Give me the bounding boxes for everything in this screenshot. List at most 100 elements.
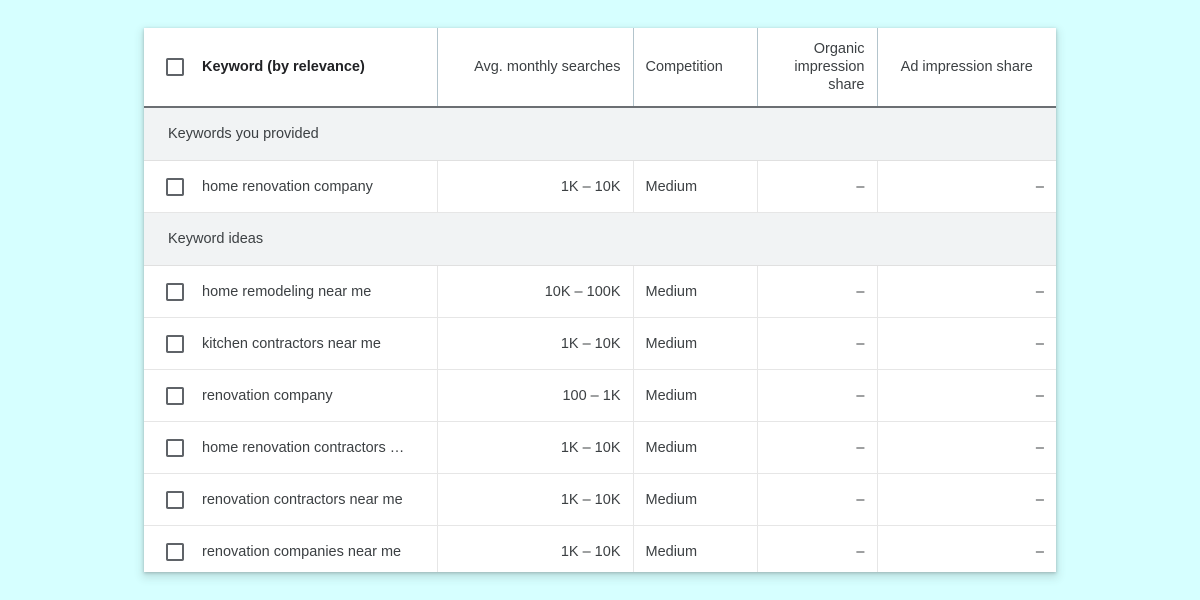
- cell-organic-impression-share: –: [757, 525, 878, 572]
- cell-organic-impression-share-value: –: [856, 178, 865, 195]
- cell-organic-impression-share: –: [757, 265, 878, 318]
- cell-ad-impression-share: –: [877, 421, 1056, 474]
- cell-avg-monthly-searches-value: 1K – 10K: [560, 491, 621, 508]
- table-row[interactable]: renovation company 100 – 1K Medium – –: [144, 369, 1056, 422]
- keyword-ideas-table: Keyword (by relevance) Avg. monthly sear…: [144, 28, 1056, 572]
- table-row[interactable]: renovation companies near me 1K – 10K Medi…: [144, 525, 1056, 572]
- cell-keyword[interactable]: renovation contractors near me: [144, 473, 438, 526]
- cell-organic-impression-share-value: –: [856, 543, 865, 560]
- cell-ad-impression-share-value: –: [1035, 178, 1044, 195]
- column-header-organic-line2: impression: [794, 58, 865, 75]
- column-header-ad-impression-share[interactable]: Ad impression share: [877, 28, 1056, 108]
- table-body: Keywords you provided home renovation com…: [144, 107, 1056, 572]
- table-header-row: Keyword (by relevance) Avg. monthly sear…: [144, 28, 1056, 108]
- cell-keyword[interactable]: home renovation contractors …: [144, 421, 438, 474]
- cell-ad-impression-share-value: –: [1035, 491, 1044, 508]
- cell-competition: Medium: [633, 160, 758, 213]
- row-select-checkbox[interactable]: [166, 542, 184, 561]
- row-select-checkbox[interactable]: [166, 177, 184, 196]
- cell-avg-monthly-searches: 1K – 10K: [437, 525, 634, 572]
- cell-avg-monthly-searches: 1K – 10K: [437, 317, 634, 370]
- cell-keyword[interactable]: home remodeling near me: [144, 265, 438, 318]
- keyword-text: renovation company: [202, 387, 333, 404]
- cell-ad-impression-share: –: [877, 369, 1056, 422]
- keyword-text: home remodeling near me: [202, 283, 372, 300]
- cell-avg-monthly-searches: 100 – 1K: [437, 369, 634, 422]
- keyword-text: renovation contractors near me: [202, 491, 403, 508]
- cell-organic-impression-share-value: –: [856, 335, 865, 352]
- section-header-row: Keywords you provided: [144, 107, 1056, 161]
- column-header-organic-impression-share[interactable]: Organic impression share: [757, 28, 878, 108]
- cell-competition-value: Medium: [645, 387, 698, 404]
- column-header-competition-label: Competition: [645, 58, 723, 75]
- cell-avg-monthly-searches-value: 1K – 10K: [560, 178, 621, 195]
- section-header-label: Keyword ideas: [144, 212, 1056, 266]
- cell-keyword[interactable]: kitchen contractors near me: [144, 317, 438, 370]
- cell-organic-impression-share: –: [757, 160, 878, 213]
- row-select-checkbox[interactable]: [166, 282, 184, 301]
- cell-ad-impression-share: –: [877, 525, 1056, 572]
- cell-organic-impression-share-value: –: [856, 439, 865, 456]
- cell-keyword[interactable]: renovation companies near me: [144, 525, 438, 572]
- cell-competition: Medium: [633, 265, 758, 318]
- table-row[interactable]: home renovation company 1K – 10K Medium – –: [144, 160, 1056, 213]
- cell-competition: Medium: [633, 369, 758, 422]
- keyword-text: kitchen contractors near me: [202, 335, 381, 352]
- row-select-checkbox[interactable]: [166, 490, 184, 509]
- cell-organic-impression-share-value: –: [856, 283, 865, 300]
- table-row[interactable]: kitchen contractors near me 1K – 10K Mediu…: [144, 317, 1056, 370]
- column-header-avg-monthly-searches[interactable]: Avg. monthly searches: [437, 28, 634, 108]
- row-select-checkbox[interactable]: [166, 334, 184, 353]
- column-header-competition[interactable]: Competition: [633, 28, 758, 108]
- cell-ad-impression-share: –: [877, 160, 1056, 213]
- cell-competition: Medium: [633, 317, 758, 370]
- cell-ad-impression-share-value: –: [1035, 283, 1044, 300]
- cell-competition-value: Medium: [645, 439, 698, 456]
- cell-ad-impression-share-value: –: [1035, 543, 1044, 560]
- keyword-text: home renovation contractors …: [202, 439, 405, 456]
- column-header-keyword-label: Keyword (by relevance): [202, 58, 365, 75]
- page-root: Keyword (by relevance) Avg. monthly sear…: [0, 0, 1200, 600]
- cell-avg-monthly-searches: 1K – 10K: [437, 473, 634, 526]
- cell-ad-impression-share-value: –: [1035, 387, 1044, 404]
- cell-avg-monthly-searches-value: 100 – 1K: [562, 387, 621, 404]
- cell-organic-impression-share: –: [757, 369, 878, 422]
- column-header-keyword[interactable]: Keyword (by relevance): [144, 28, 438, 108]
- cell-ad-impression-share-value: –: [1035, 439, 1044, 456]
- cell-competition: Medium: [633, 525, 758, 572]
- cell-ad-impression-share: –: [877, 473, 1056, 526]
- section-header-label: Keywords you provided: [144, 107, 1056, 161]
- cell-ad-impression-share: –: [877, 265, 1056, 318]
- cell-avg-monthly-searches: 1K – 10K: [437, 421, 634, 474]
- cell-competition: Medium: [633, 421, 758, 474]
- cell-competition-value: Medium: [645, 283, 698, 300]
- cell-avg-monthly-searches: 10K – 100K: [437, 265, 634, 318]
- cell-organic-impression-share-value: –: [856, 491, 865, 508]
- cell-competition-value: Medium: [645, 178, 698, 195]
- column-header-avg-monthly-searches-label: Avg. monthly searches: [474, 58, 621, 75]
- cell-competition-value: Medium: [645, 335, 698, 352]
- cell-avg-monthly-searches: 1K – 10K: [437, 160, 634, 213]
- table-row[interactable]: renovation contractors near me 1K – 10K Me…: [144, 473, 1056, 526]
- cell-avg-monthly-searches-value: 1K – 10K: [560, 439, 621, 456]
- cell-avg-monthly-searches-value: 1K – 10K: [560, 335, 621, 352]
- cell-competition-value: Medium: [645, 491, 698, 508]
- table-header: Keyword (by relevance) Avg. monthly sear…: [144, 28, 1056, 108]
- cell-organic-impression-share: –: [757, 473, 878, 526]
- row-select-checkbox[interactable]: [166, 386, 184, 405]
- keyword-text: home renovation company: [202, 178, 373, 195]
- cell-ad-impression-share-value: –: [1035, 335, 1044, 352]
- row-select-checkbox[interactable]: [166, 438, 184, 457]
- cell-keyword[interactable]: renovation company: [144, 369, 438, 422]
- cell-avg-monthly-searches-value: 1K – 10K: [560, 543, 621, 560]
- cell-avg-monthly-searches-value: 10K – 100K: [544, 283, 621, 300]
- section-header-row: Keyword ideas: [144, 212, 1056, 266]
- column-header-organic-line1: Organic: [813, 40, 865, 57]
- column-header-ad-impression-share-label: Ad impression share: [900, 58, 1033, 75]
- table-row[interactable]: home renovation contractors … 1K – 10K Med…: [144, 421, 1056, 474]
- cell-keyword[interactable]: home renovation company: [144, 160, 438, 213]
- select-all-checkbox[interactable]: [166, 58, 184, 76]
- table-row[interactable]: home remodeling near me 10K – 100K Medium –…: [144, 265, 1056, 318]
- cell-competition: Medium: [633, 473, 758, 526]
- cell-organic-impression-share: –: [757, 317, 878, 370]
